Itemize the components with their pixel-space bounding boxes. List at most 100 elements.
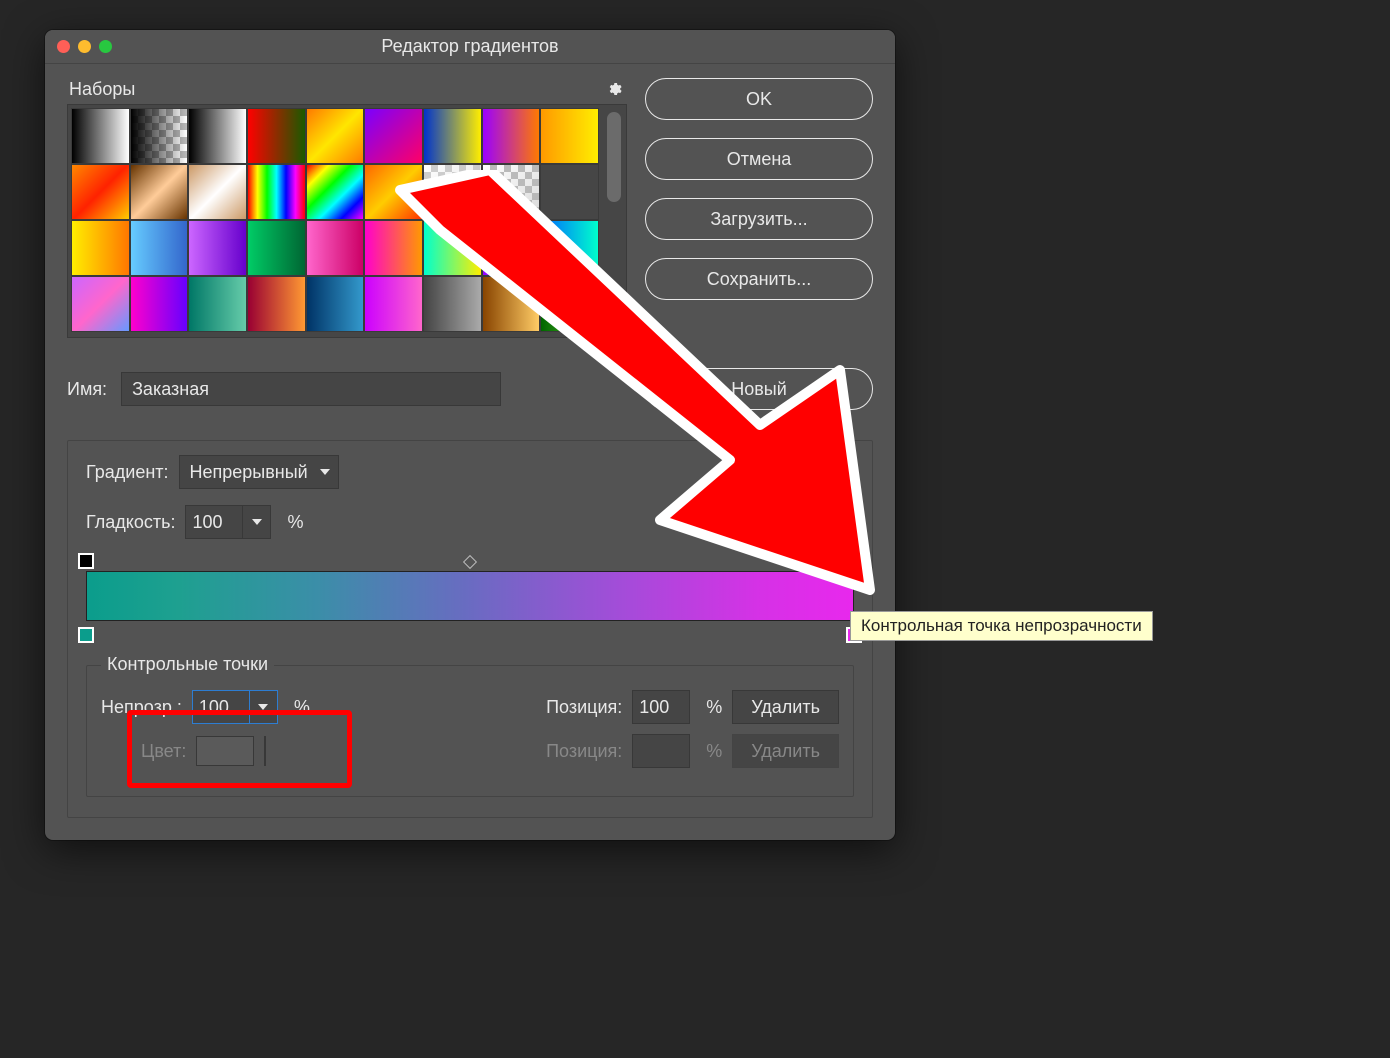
opacity-stop[interactable] (846, 553, 862, 569)
stops-panel: Контрольные точки Непрозр.: % Позиция: %… (86, 665, 854, 797)
gradient-name-input[interactable] (121, 372, 501, 406)
delete-color-stop-button: Удалить (732, 734, 839, 768)
preset-swatch[interactable] (540, 220, 599, 276)
preset-swatch[interactable] (71, 220, 130, 276)
preset-swatch[interactable] (306, 276, 365, 332)
scrollbar-thumb[interactable] (607, 112, 621, 202)
close-window-button[interactable] (57, 40, 70, 53)
position1-suffix: % (706, 697, 722, 718)
preset-swatch[interactable] (247, 276, 306, 332)
preset-swatch[interactable] (188, 108, 247, 164)
presets-box (67, 104, 627, 338)
smoothness-suffix: % (287, 512, 303, 533)
preset-swatch[interactable] (540, 164, 599, 220)
new-button[interactable]: Новый (645, 368, 873, 410)
preset-swatch[interactable] (306, 220, 365, 276)
opacity-label: Непрозр.: (101, 697, 182, 718)
dialog-content: Наборы OK Отмена Загрузить... Сохранить.… (45, 64, 895, 840)
presets-label: Наборы (69, 79, 135, 100)
opacity-input[interactable] (192, 690, 250, 724)
presets-section: Наборы (67, 78, 627, 338)
preset-swatch[interactable] (540, 276, 599, 332)
preset-swatch[interactable] (423, 220, 482, 276)
chevron-down-icon (320, 469, 330, 475)
presets-scrollbar[interactable] (605, 108, 623, 334)
preset-swatch[interactable] (130, 220, 189, 276)
preset-swatch[interactable] (482, 108, 541, 164)
preset-swatch[interactable] (188, 164, 247, 220)
color-stop-row: Цвет: Позиция: % Удалить (101, 734, 839, 768)
preset-swatch[interactable] (130, 108, 189, 164)
preset-swatch[interactable] (423, 276, 482, 332)
swatch-grid (71, 108, 599, 334)
opacity-stop[interactable] (78, 553, 94, 569)
position1-input[interactable] (632, 690, 690, 724)
chevron-down-icon (252, 519, 262, 525)
preset-swatch[interactable] (364, 108, 423, 164)
tooltip: Контрольная точка непрозрачности (850, 611, 1153, 641)
position1-label: Позиция: (546, 697, 622, 718)
gradient-bar-wrap (86, 571, 854, 621)
gradient-type-value: Непрерывный (190, 462, 308, 483)
position2-label: Позиция: (546, 741, 622, 762)
preset-swatch[interactable] (71, 164, 130, 220)
stops-title: Контрольные точки (101, 654, 274, 675)
save-button[interactable]: Сохранить... (645, 258, 873, 300)
preset-swatch[interactable] (130, 164, 189, 220)
preset-swatch[interactable] (188, 220, 247, 276)
chevron-down-icon (258, 704, 268, 710)
gradient-type-label: Градиент: (86, 462, 169, 483)
position2-input[interactable] (632, 734, 690, 768)
presets-menu-button[interactable] (603, 78, 625, 100)
gradient-type-select[interactable]: Непрерывный (179, 455, 339, 489)
gradient-editor-dialog: Редактор градиентов Наборы OK (45, 30, 895, 840)
smoothness-stepper[interactable] (243, 505, 271, 539)
ok-button[interactable]: OK (645, 78, 873, 120)
preset-swatch[interactable] (364, 220, 423, 276)
opacity-stop-row: Непрозр.: % Позиция: % Удалить (101, 690, 839, 724)
preset-swatch[interactable] (306, 108, 365, 164)
name-row: Имя: Новый (67, 368, 873, 410)
preset-swatch[interactable] (247, 108, 306, 164)
gradient-preview-bar[interactable] (86, 571, 854, 621)
titlebar: Редактор градиентов (45, 30, 895, 64)
position2-suffix: % (706, 741, 722, 762)
smoothness-input[interactable] (185, 505, 243, 539)
color-label: Цвет: (141, 741, 186, 762)
delete-opacity-stop-button[interactable]: Удалить (732, 690, 839, 724)
name-label: Имя: (67, 379, 107, 400)
zoom-window-button[interactable] (99, 40, 112, 53)
action-buttons: OK Отмена Загрузить... Сохранить... (645, 78, 873, 338)
preset-swatch[interactable] (364, 164, 423, 220)
preset-swatch[interactable] (482, 164, 541, 220)
preset-swatch[interactable] (247, 164, 306, 220)
preset-swatch[interactable] (482, 220, 541, 276)
gradient-panel: Градиент: Непрерывный Гладкость: % (67, 440, 873, 818)
preset-swatch[interactable] (71, 108, 130, 164)
preset-swatch[interactable] (540, 108, 599, 164)
preset-swatch[interactable] (482, 276, 541, 332)
minimize-window-button[interactable] (78, 40, 91, 53)
preset-swatch[interactable] (423, 164, 482, 220)
cancel-button[interactable]: Отмена (645, 138, 873, 180)
preset-swatch[interactable] (364, 276, 423, 332)
preset-swatch[interactable] (130, 276, 189, 332)
load-button[interactable]: Загрузить... (645, 198, 873, 240)
preset-swatch[interactable] (247, 220, 306, 276)
opacity-suffix: % (294, 697, 310, 718)
dialog-title: Редактор градиентов (45, 36, 895, 57)
gear-icon (606, 81, 622, 97)
color-stop[interactable] (78, 627, 94, 643)
preset-swatch[interactable] (423, 108, 482, 164)
preset-swatch[interactable] (71, 276, 130, 332)
smoothness-input-combo (185, 505, 271, 539)
color-stepper[interactable] (264, 736, 266, 766)
preset-swatch[interactable] (306, 164, 365, 220)
traffic-lights (57, 40, 112, 53)
opacity-input-combo (192, 690, 278, 724)
opacity-stepper[interactable] (250, 690, 278, 724)
color-swatch[interactable] (196, 736, 254, 766)
gradient-type-row: Градиент: Непрерывный (86, 455, 854, 489)
midpoint-diamond[interactable] (463, 555, 477, 569)
preset-swatch[interactable] (188, 276, 247, 332)
